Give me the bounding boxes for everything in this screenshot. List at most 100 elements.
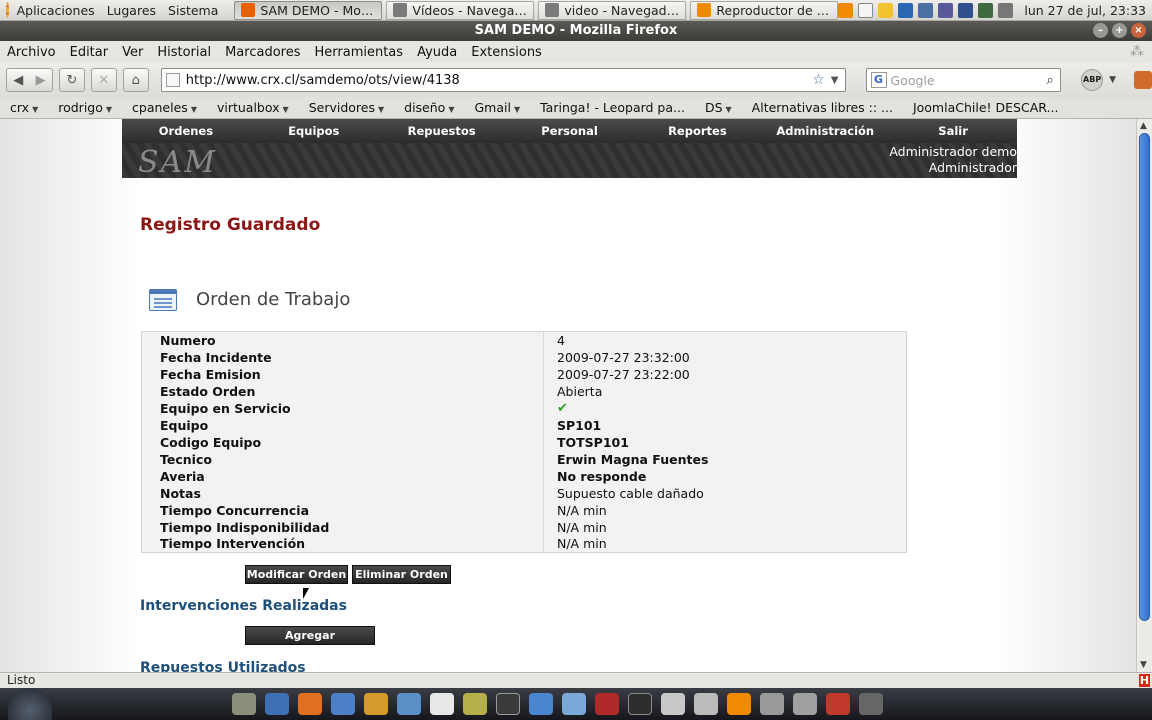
reload-icon: ↻ <box>66 72 78 88</box>
bookmark-item[interactable]: virtualbox ▼ <box>207 100 299 115</box>
menu-sistema[interactable]: Sistema <box>162 3 224 18</box>
menu-archivo[interactable]: Archivo <box>0 45 63 60</box>
dock-folder2-icon[interactable] <box>793 693 817 715</box>
sam-nav-item[interactable]: Repuestos <box>378 124 506 138</box>
dock-pidgin-icon[interactable] <box>265 693 289 715</box>
bookmark-item[interactable]: cpaneles ▼ <box>122 100 207 115</box>
menu-ayuda[interactable]: Ayuda <box>410 45 464 60</box>
dock-photo-icon[interactable] <box>232 693 256 715</box>
field-value: Erwin Magna Fuentes <box>557 451 709 467</box>
taskbar-button[interactable]: Vídeos - Navegad... <box>386 0 535 20</box>
vertical-scrollbar[interactable]: ▲ ▼ <box>1136 119 1152 672</box>
document-list-icon <box>149 289 177 311</box>
field-label: Averia <box>141 467 544 485</box>
dock-vlc-icon[interactable] <box>727 693 751 715</box>
vlc-icon[interactable] <box>838 2 854 18</box>
window-icon[interactable] <box>858 2 874 18</box>
modify-order-button[interactable]: Modificar Orden <box>245 565 348 584</box>
delete-order-button[interactable]: Eliminar Orden <box>352 565 451 584</box>
dock-gimp-icon[interactable] <box>463 693 487 715</box>
dock-firefox-icon[interactable] <box>298 693 322 715</box>
sam-nav-item[interactable]: Ordenes <box>122 124 250 138</box>
bookmark-item[interactable]: Servidores ▼ <box>299 100 394 115</box>
dock-notes-icon[interactable] <box>694 693 718 715</box>
url-bar[interactable]: http://www.crx.cl/samdemo/ots/view/4138 … <box>160 68 846 92</box>
adblock-icon[interactable]: ABP <box>1081 69 1104 91</box>
scroll-down-icon[interactable]: ▼ <box>1140 660 1147 670</box>
sam-nav-item[interactable]: Equipos <box>250 124 378 138</box>
dock-monitor-icon[interactable] <box>628 693 652 715</box>
table-row: Fecha Incidente 2009-07-27 23:32:00 <box>141 348 907 366</box>
search-bar[interactable]: G Google ⌕ <box>865 68 1062 92</box>
warning-icon[interactable] <box>878 2 894 18</box>
dock-record-icon[interactable] <box>826 693 850 715</box>
field-label: Equipo <box>141 416 544 434</box>
bookmark-item[interactable]: Gmail ▼ <box>464 100 530 115</box>
dock-calculator-icon[interactable] <box>661 693 685 715</box>
dock-system-icon[interactable] <box>859 693 883 715</box>
bookmark-item[interactable]: Taringa! - Leopard pa... <box>530 100 695 115</box>
network-icon[interactable] <box>978 2 994 18</box>
volume-icon[interactable] <box>998 2 1014 18</box>
sam-nav-item[interactable]: Administración <box>761 124 889 138</box>
dock-presentation-icon[interactable] <box>595 693 619 715</box>
dock-terminal-icon[interactable] <box>496 693 520 715</box>
taskbar-button[interactable]: SAM DEMO - Moz... <box>234 0 383 20</box>
menu-marcadores[interactable]: Marcadores <box>218 45 307 60</box>
sam-nav-item[interactable]: Reportes <box>633 124 761 138</box>
dock-folder-icon[interactable] <box>760 693 784 715</box>
bookmark-item[interactable]: diseño ▼ <box>394 100 464 115</box>
maximize-icon[interactable]: + <box>1112 23 1127 38</box>
bluetooth-icon[interactable] <box>938 2 954 18</box>
scroll-up-icon[interactable]: ▲ <box>1140 121 1147 131</box>
dock-launcher-icon[interactable] <box>8 688 52 720</box>
ubuntu-logo-icon[interactable] <box>6 2 9 18</box>
dock-settings-icon[interactable] <box>364 693 388 715</box>
taskbar-button[interactable]: video - Navegado... <box>538 0 687 20</box>
bookmark-item[interactable]: Alternativas libres :: ... <box>742 100 903 115</box>
dock-plane-icon[interactable] <box>562 693 586 715</box>
menu-editar[interactable]: Editar <box>63 45 116 60</box>
sam-nav-item[interactable]: Salir <box>889 124 1017 138</box>
stop-button[interactable]: ✕ <box>90 68 117 92</box>
dock-inkscape-icon[interactable] <box>430 693 454 715</box>
sam-nav-item[interactable]: Personal <box>506 124 634 138</box>
clock[interactable]: lun 27 de jul, 23:33 <box>1018 3 1148 18</box>
search-input[interactable]: Google <box>891 73 1037 88</box>
bookmark-item[interactable]: DS ▼ <box>695 100 742 115</box>
bookmark-item[interactable]: crx ▼ <box>0 100 48 115</box>
menu-herramientas[interactable]: Herramientas <box>308 45 411 60</box>
menu-ver[interactable]: Ver <box>115 45 150 60</box>
url-dropdown-icon[interactable]: ▼ <box>831 75 845 86</box>
dock-browser-icon[interactable] <box>331 693 355 715</box>
minimize-icon[interactable]: – <box>1093 23 1108 38</box>
field-value: Supuesto cable dañado <box>557 485 704 501</box>
bookmark-item[interactable]: JoomlaChile! DESCAR... <box>903 100 1068 115</box>
url-input[interactable]: http://www.crx.cl/samdemo/ots/view/4138 <box>186 73 806 88</box>
taskbar-button[interactable]: Reproductor de m... <box>690 0 839 20</box>
signal-icon[interactable] <box>918 2 934 18</box>
chevron-down-icon: ▼ <box>448 105 455 114</box>
dock-virtualbox-icon[interactable] <box>397 693 421 715</box>
menu-aplicaciones[interactable]: Aplicaciones <box>11 3 101 18</box>
reload-button[interactable]: ↻ <box>58 68 85 92</box>
scrollbar-thumb[interactable] <box>1139 133 1150 621</box>
google-engine-icon[interactable]: G <box>870 72 887 88</box>
bluetooth-icon[interactable] <box>958 2 974 18</box>
forward-icon[interactable]: ▶ <box>36 73 46 88</box>
close-icon[interactable]: × <box>1131 23 1146 38</box>
back-icon[interactable]: ◀ <box>13 73 23 88</box>
extension-icon[interactable] <box>1134 71 1152 89</box>
bookmark-star-icon[interactable]: ☆ <box>812 72 825 88</box>
status-addon-icon[interactable]: H <box>1139 674 1150 687</box>
hp-icon[interactable] <box>898 2 914 18</box>
dock-transfer-icon[interactable] <box>529 693 553 715</box>
search-icon[interactable]: ⌕ <box>1040 73 1060 88</box>
menu-extensions[interactable]: Extensions <box>464 45 549 60</box>
menu-historial[interactable]: Historial <box>150 45 218 60</box>
bookmark-item[interactable]: rodrigo ▼ <box>48 100 122 115</box>
home-button[interactable]: ⌂ <box>122 68 149 92</box>
add-intervention-button[interactable]: Agregar Intervención <box>245 626 375 659</box>
adblock-dropdown-icon[interactable]: ▼ <box>1109 75 1116 85</box>
menu-lugares[interactable]: Lugares <box>101 3 162 18</box>
